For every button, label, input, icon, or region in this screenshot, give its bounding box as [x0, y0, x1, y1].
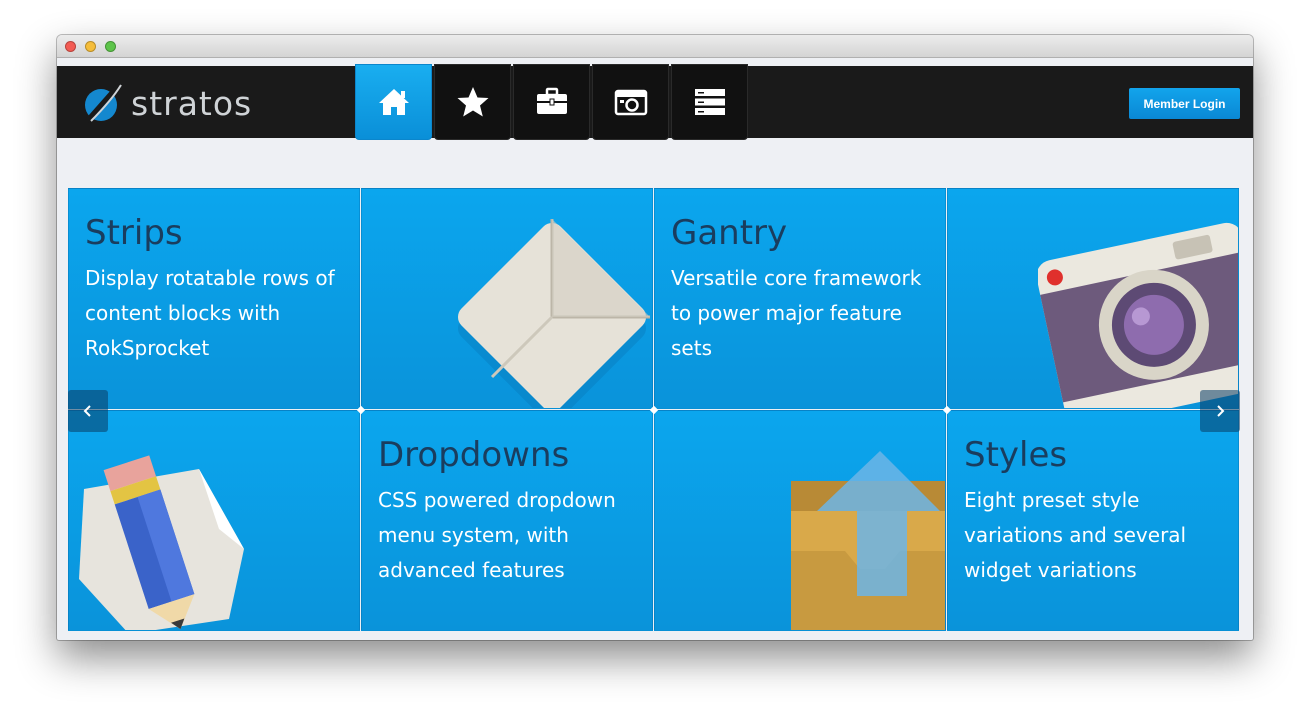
member-login-button[interactable]: Member Login: [1129, 88, 1240, 119]
nav-gallery[interactable]: [592, 64, 669, 140]
close-window-button[interactable]: [65, 41, 76, 52]
tile-description: CSS powered dropdown menu system, with a…: [378, 488, 616, 582]
minimize-window-button[interactable]: [85, 41, 96, 52]
tile-title: Gantry: [671, 213, 788, 253]
tile-description: Versatile core framework to power major …: [671, 266, 922, 360]
window-titlebar: [57, 35, 1253, 58]
chevron-left-icon: [83, 405, 91, 417]
logo-icon: [85, 84, 122, 123]
tile-description: Display rotatable rows of content blocks…: [85, 266, 335, 360]
tile-upload-image: [654, 410, 946, 631]
tile-title: Dropdowns: [378, 435, 570, 475]
camera-illustration-icon: [1038, 222, 1238, 408]
tile-pencil-image: [68, 410, 360, 631]
tile-title: Styles: [964, 435, 1068, 475]
maximize-window-button[interactable]: [105, 41, 116, 52]
nav-portfolio[interactable]: [513, 64, 590, 140]
tile-styles[interactable]: Styles Eight preset style variations and…: [947, 410, 1239, 631]
slider-next-button[interactable]: [1200, 390, 1240, 432]
main-nav: [355, 64, 750, 140]
nav-menu[interactable]: [671, 64, 748, 140]
chevron-right-icon: [1217, 405, 1225, 417]
tile-envelope-image: [361, 188, 653, 409]
upload-tray-icon: [791, 451, 945, 630]
envelope-icon: [457, 219, 650, 408]
tile-title: Strips: [85, 213, 183, 253]
feature-strip: Strips Display rotatable rows of content…: [68, 188, 1240, 631]
nav-home[interactable]: [355, 64, 432, 140]
tile-camera-image: [947, 188, 1239, 409]
tile-strips[interactable]: Strips Display rotatable rows of content…: [68, 188, 360, 409]
site-logo[interactable]: stratos: [81, 80, 252, 126]
site-header: stratos Member Login: [57, 64, 1253, 140]
tile-dropdowns[interactable]: Dropdowns CSS powered dropdown menu syst…: [361, 410, 653, 631]
nav-features[interactable]: [434, 64, 511, 140]
browser-window: stratos Member Login Strips Display rota…: [57, 35, 1253, 640]
star-icon: [457, 87, 488, 117]
slider-prev-button[interactable]: [68, 390, 108, 432]
home-icon: [378, 89, 409, 115]
server-icon: [694, 89, 725, 115]
brand-name: stratos: [131, 83, 253, 123]
camera-icon: [614, 89, 647, 116]
pencil-icon: [79, 455, 244, 630]
tile-description: Eight preset style variations and severa…: [964, 488, 1187, 582]
briefcase-icon: [536, 87, 567, 114]
tile-gantry[interactable]: Gantry Versatile core framework to power…: [654, 188, 946, 409]
